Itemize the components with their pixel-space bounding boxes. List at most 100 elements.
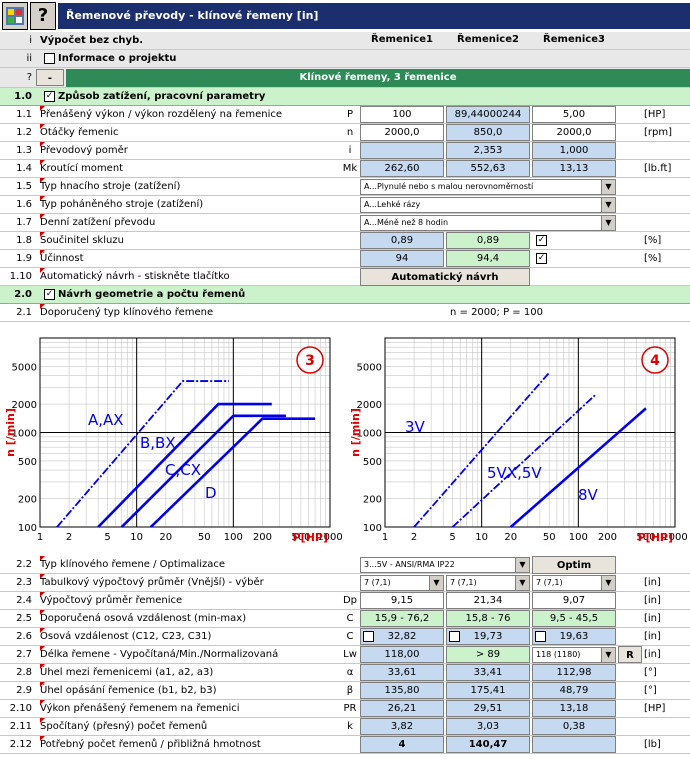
help-icon[interactable]: ? xyxy=(30,2,56,30)
x-tick-label: 50 xyxy=(198,532,211,543)
load-type-select[interactable]: A...Méně než 8 hodin ▼ xyxy=(360,215,616,231)
y-tick-label: 5000 xyxy=(357,362,382,373)
value-pulley2: 89,44000244 xyxy=(446,106,530,123)
value-pulley1[interactable]: 100 xyxy=(360,106,444,123)
select-value: 7 (7,1) xyxy=(450,578,477,587)
value-pulley1[interactable]: 15,9 - 76,2 xyxy=(360,610,444,627)
diameter-select-3[interactable]: 7 (7,1) ▼ xyxy=(532,575,616,591)
row-label: Osová vzdálenost (C12, C23, C31) xyxy=(40,631,212,642)
row-2-9: 2.9 Úhel opásání řemenice (b1, b2, b3) β… xyxy=(0,682,690,700)
app-settings-icon[interactable] xyxy=(2,2,28,30)
x-tick-label: 2 xyxy=(411,532,417,543)
row-label: Převodový poměr xyxy=(40,145,128,156)
diameter-select-1[interactable]: 7 (7,1) ▼ xyxy=(360,575,444,591)
value-pulley3: 112,98 xyxy=(532,664,616,681)
value-pulley2[interactable]: 21,34 xyxy=(446,592,530,609)
value-pulley2: 33,41 xyxy=(446,664,530,681)
collapse-button[interactable]: - xyxy=(36,69,64,86)
y-axis-label: n [/min] xyxy=(4,408,17,457)
value-pulley2[interactable]: 94,4 xyxy=(446,250,530,267)
row-1-8: 1.8 Součinitel skluzu 0,89 0,89 ✓ [%] xyxy=(0,232,690,250)
checkbox[interactable]: ✓ xyxy=(536,253,547,264)
value-pulley2: > 89 xyxy=(446,646,530,663)
x-tick-label: 20 xyxy=(159,532,172,543)
section-1-checkbox[interactable]: ✓ xyxy=(44,91,55,102)
select-value: 118 (1180) xyxy=(536,650,581,659)
chevron-down-icon[interactable]: ▼ xyxy=(515,558,529,572)
project-info-label: Informace o projektu xyxy=(58,53,177,64)
value-pulley2[interactable]: 15,8 - 76 xyxy=(446,610,530,627)
symbol: PR xyxy=(343,703,357,714)
value-text: 32,82 xyxy=(387,631,417,642)
value-pulley3[interactable]: 9,07 xyxy=(532,592,616,609)
row-2-5: 2.5 Doporučená osová vzdálenost (min-max… xyxy=(0,610,690,628)
value-pulley3[interactable]: 2000,0 xyxy=(532,124,616,141)
section-2-checkbox[interactable]: ✓ xyxy=(44,289,55,300)
checkbox[interactable] xyxy=(535,631,546,642)
row-label: Kroutící moment xyxy=(40,163,124,174)
x-tick-label: 200 xyxy=(253,532,272,543)
load-type-select[interactable]: A...Plynulé nebo s malou nerovnoměrností… xyxy=(360,179,616,195)
row-1-7: 1.7 Denní zatížení převodu A...Méně než 8… xyxy=(0,214,690,232)
y-tick-label: 100 xyxy=(363,523,382,534)
value-pulley3[interactable]: 9,5 - 45,5 xyxy=(532,610,616,627)
auto-design-button[interactable]: Automatický návrh xyxy=(360,268,530,286)
chevron-down-icon[interactable]: ▼ xyxy=(515,576,529,590)
checkbox[interactable] xyxy=(449,631,460,642)
row-label: Typ hnacího stroje (zatížení) xyxy=(40,181,181,192)
optim-button[interactable]: Optim xyxy=(532,556,616,574)
symbol: P xyxy=(346,109,354,120)
value-pulley2[interactable]: 0,89 xyxy=(446,232,530,249)
chevron-down-icon[interactable]: ▼ xyxy=(601,648,615,662)
panel-number: 3 xyxy=(305,353,315,369)
chevron-down-icon[interactable]: ▼ xyxy=(601,216,615,230)
row-label: Účinnost xyxy=(40,253,84,264)
row-number: 2.1 xyxy=(16,307,32,318)
value-pulley3 xyxy=(532,736,616,753)
unit: [in] xyxy=(644,613,661,624)
value-pulley1: 262,60 xyxy=(360,160,444,177)
value-pulley2: 29,51 xyxy=(446,700,530,717)
chevron-down-icon[interactable]: ▼ xyxy=(601,198,615,212)
row-2-4: 2.4 Výpočtový průměr řemenice Dp 9,15 21,3… xyxy=(0,592,690,610)
belt-length-select[interactable]: 118 (1180) ▼ xyxy=(532,647,616,663)
y-tick-label: 500 xyxy=(363,457,382,468)
row-label: Přenášený výkon / výkon rozdělený na řem… xyxy=(40,109,282,120)
symbol xyxy=(340,736,360,753)
series-label: C,CX xyxy=(165,461,201,479)
round-button[interactable]: R xyxy=(618,646,642,663)
unit: [in] xyxy=(644,577,661,588)
chevron-down-icon[interactable]: ▼ xyxy=(601,180,615,194)
unit: [HP] xyxy=(644,703,666,714)
belt-type-select[interactable]: 3...5V - ANSI/RMA IP22 ▼ xyxy=(360,557,530,573)
title-bar: ? Řemenové převody - klínové řemeny [in] xyxy=(0,0,690,32)
checkbox[interactable]: ✓ xyxy=(536,235,547,246)
chart-panel-4: 1 2 5 10 20 50 100 200 500 1000100200500100020005… xyxy=(349,337,688,544)
diameter-select-2[interactable]: 7 (7,1) ▼ xyxy=(446,575,530,591)
row-2-6: 2.6 Osová vzdálenost (C12, C23, C31) C 32… xyxy=(0,628,690,646)
x-tick-label: 10 xyxy=(475,532,488,543)
unit: [lb] xyxy=(644,739,661,750)
value-pulley1[interactable]: 2000,0 xyxy=(360,124,444,141)
y-tick-label: 5000 xyxy=(12,362,37,373)
row-label: Potřebný počet řemenů / přibližná hmotno… xyxy=(40,739,261,750)
value-pulley1 xyxy=(360,142,444,159)
unit: [in] xyxy=(644,649,661,660)
value-pulley3[interactable]: 5,00 xyxy=(532,106,616,123)
symbol: k xyxy=(347,721,353,732)
status-text: Výpočet bez chyb. xyxy=(40,35,144,46)
row-label: Denní zatížení převodu xyxy=(40,217,156,228)
chevron-down-icon[interactable]: ▼ xyxy=(601,576,615,590)
value-pulley1[interactable]: 9,15 xyxy=(360,592,444,609)
x-tick-label: 200 xyxy=(598,532,617,543)
row-number: ii xyxy=(26,53,32,64)
y-tick-label: 100 xyxy=(18,523,37,534)
row-1-2: 1.2 Otáčky řemenic n 2000,0 850,0 2000,0 [rpm… xyxy=(0,124,690,142)
value-pulley1: 135,80 xyxy=(360,682,444,699)
project-checkbox[interactable] xyxy=(44,53,55,64)
load-type-select[interactable]: A...Lehké rázy ▼ xyxy=(360,197,616,213)
row-number: 1.7 xyxy=(16,217,32,228)
value-pulley2: 850,0 xyxy=(446,124,530,141)
chevron-down-icon[interactable]: ▼ xyxy=(429,576,443,590)
checkbox[interactable] xyxy=(363,631,374,642)
